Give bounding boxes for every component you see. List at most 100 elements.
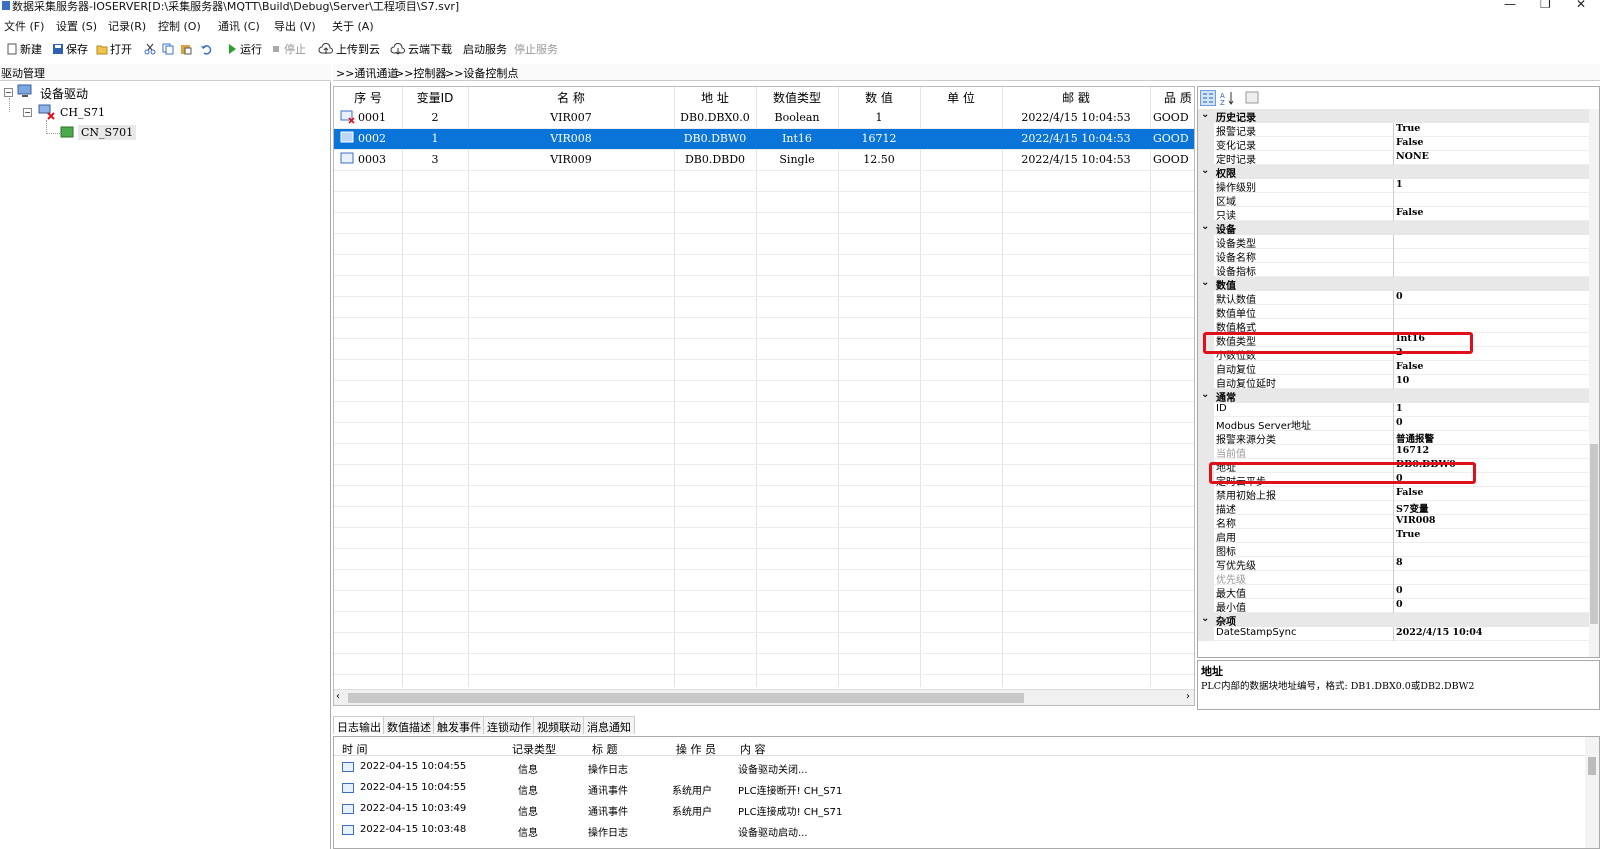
property-row[interactable]: 设备类型 [1198,235,1599,249]
menu-about[interactable]: 关于 (A) [332,18,374,34]
property-value[interactable]: NONE [1396,151,1429,162]
stop-button[interactable]: 停止 [270,41,306,57]
property-value[interactable]: False [1396,361,1423,372]
property-value[interactable]: True [1396,529,1420,540]
property-row[interactable]: 最大值 0 [1198,585,1599,599]
property-row[interactable]: 数值格式 [1198,319,1599,333]
property-category[interactable]: ⌄ 设备 [1198,221,1599,236]
property-category[interactable]: ⌄ 历史记录 [1198,109,1599,124]
property-row[interactable]: 报警记录 True [1198,123,1599,137]
grid-hscrollbar[interactable]: ‹ › [334,689,1194,705]
tab-log-output[interactable]: 日志输出 [333,716,385,734]
collapse-chevron-icon[interactable]: ⌄ [1201,613,1209,624]
property-row[interactable]: 当前值 16712 [1198,445,1599,459]
col-value[interactable]: 数 值 [838,87,920,107]
col-var-id[interactable]: 变量ID [402,87,468,107]
upload-cloud-button[interactable]: 上传到云 [318,41,380,57]
table-row[interactable]: 0003 3 VIR009 DB0.DBD0 Single 12.50 2022… [334,149,1194,170]
property-value[interactable]: 0 [1396,585,1403,596]
property-row[interactable]: 数值单位 [1198,305,1599,319]
property-row[interactable]: DateStampSync 2022/4/15 10:04 [1198,627,1599,641]
log-row[interactable]: 2022-04-15 10:04:55 信息 操作日志 设备驱动关闭... [334,757,1600,777]
collapse-chevron-icon[interactable]: ⌄ [1201,165,1209,176]
log-scroll-thumb[interactable] [1588,757,1596,775]
property-scrollbar[interactable] [1589,109,1599,657]
property-row[interactable]: 写优先级 8 [1198,557,1599,571]
property-value[interactable]: 1 [1396,403,1403,414]
property-value[interactable]: 2022/4/15 10:04 [1396,627,1482,638]
property-category[interactable]: ⌄ 权限 [1198,165,1599,180]
menu-export[interactable]: 导出 (V) [274,18,316,34]
new-button[interactable]: 新建 [6,41,42,57]
property-row[interactable]: 设备指标 [1198,263,1599,277]
col-type[interactable]: 数值类型 [756,87,838,107]
tab-value-desc[interactable]: 数值描述 [383,716,435,734]
tab-video-link[interactable]: 视频联动 [533,716,585,734]
tree-root[interactable]: 设备驱动 [40,85,88,102]
collapse-chevron-icon[interactable]: ⌄ [1201,221,1209,232]
menu-control[interactable]: 控制 (O) [158,18,201,34]
copy-button[interactable] [162,41,174,57]
undo-button[interactable] [200,41,212,57]
hscroll-thumb[interactable] [348,693,1024,703]
property-value[interactable]: VIR008 [1396,515,1436,526]
tree-collapse-channel[interactable]: − [23,108,32,117]
collapse-chevron-icon[interactable]: ⌄ [1201,109,1209,120]
run-button[interactable]: 运行 [226,41,262,57]
property-row[interactable]: 定时记录 NONE [1198,151,1599,165]
col-name[interactable]: 名 称 [468,87,674,107]
property-row[interactable]: 设备名称 [1198,249,1599,263]
property-value[interactable]: 0 [1396,291,1403,302]
property-value[interactable]: 0 [1396,417,1403,428]
property-row[interactable]: 自动复位 False [1198,361,1599,375]
property-row[interactable]: 图标 [1198,543,1599,557]
menu-settings[interactable]: 设置 (S) [56,18,97,34]
property-value[interactable]: 10 [1396,375,1409,386]
property-row[interactable]: 优先级 [1198,571,1599,585]
property-value[interactable]: S7变量 [1396,501,1428,515]
property-scroll-thumb[interactable] [1590,444,1598,624]
property-value[interactable]: 普通报警 [1396,431,1434,445]
property-row[interactable]: 名称 VIR008 [1198,515,1599,529]
property-row[interactable]: 区域 [1198,193,1599,207]
minimize-button[interactable]: — [1504,0,1516,11]
restore-button[interactable]: ❐ [1540,0,1551,11]
property-value[interactable]: 0 [1396,599,1403,610]
property-value[interactable]: False [1396,137,1423,148]
property-value[interactable]: False [1396,207,1423,218]
collapse-chevron-icon[interactable]: ⌄ [1201,277,1209,288]
log-row[interactable]: 2022-04-15 10:03:48 信息 操作日志 设备驱动启动... [334,820,1600,840]
col-quality[interactable]: 品 质 [1150,87,1194,107]
property-category[interactable]: ⌄ 杂项 [1198,613,1599,628]
menu-records[interactable]: 记录(R) [108,18,146,34]
property-row[interactable]: 变化记录 False [1198,137,1599,151]
property-row[interactable]: ID 1 [1198,403,1599,417]
tree-collapse-root[interactable]: − [4,88,13,97]
property-value[interactable]: 1 [1396,179,1403,190]
property-value[interactable]: False [1396,487,1423,498]
property-row[interactable]: 报警来源分类 普通报警 [1198,431,1599,445]
table-row-selected[interactable]: 0002 1 VIR008 DB0.DBW0 Int16 16712 2022/… [334,128,1194,149]
table-row[interactable]: 0001 2 VIR007 DB0.DBX0.0 Boolean 1 2022/… [334,107,1194,128]
menu-file[interactable]: 文件 (F) [4,18,44,34]
property-row[interactable]: 自动复位延时 10 [1198,375,1599,389]
property-row[interactable]: 只读 False [1198,207,1599,221]
menu-comm[interactable]: 通讯 (C) [218,18,260,34]
breadcrumb-points[interactable]: >>设备控制点 [445,65,518,81]
breadcrumb-channel[interactable]: >>通讯通道 [336,65,398,81]
property-value[interactable]: True [1396,123,1420,134]
save-button[interactable]: 保存 [52,41,88,57]
col-unit[interactable]: 单 位 [920,87,1002,107]
property-row[interactable]: 最小值 0 [1198,599,1599,613]
start-service-button[interactable]: 启动服务 [463,41,507,57]
property-category[interactable]: ⌄ 通常 [1198,389,1599,404]
categorized-icon[interactable] [1200,90,1216,106]
download-cloud-button[interactable]: 云端下载 [390,41,452,57]
tab-chain-actions[interactable]: 连锁动作 [483,716,535,734]
paste-button[interactable] [180,41,192,57]
stop-service-button[interactable]: 停止服务 [514,41,558,57]
log-row[interactable]: 2022-04-15 10:03:49 信息 通讯事件 系统用户 PLC连接成功… [334,799,1600,819]
property-row[interactable]: 禁用初始上报 False [1198,487,1599,501]
close-button[interactable]: ✕ [1576,0,1586,11]
breadcrumb-controller[interactable]: >>控制器 [395,65,446,81]
